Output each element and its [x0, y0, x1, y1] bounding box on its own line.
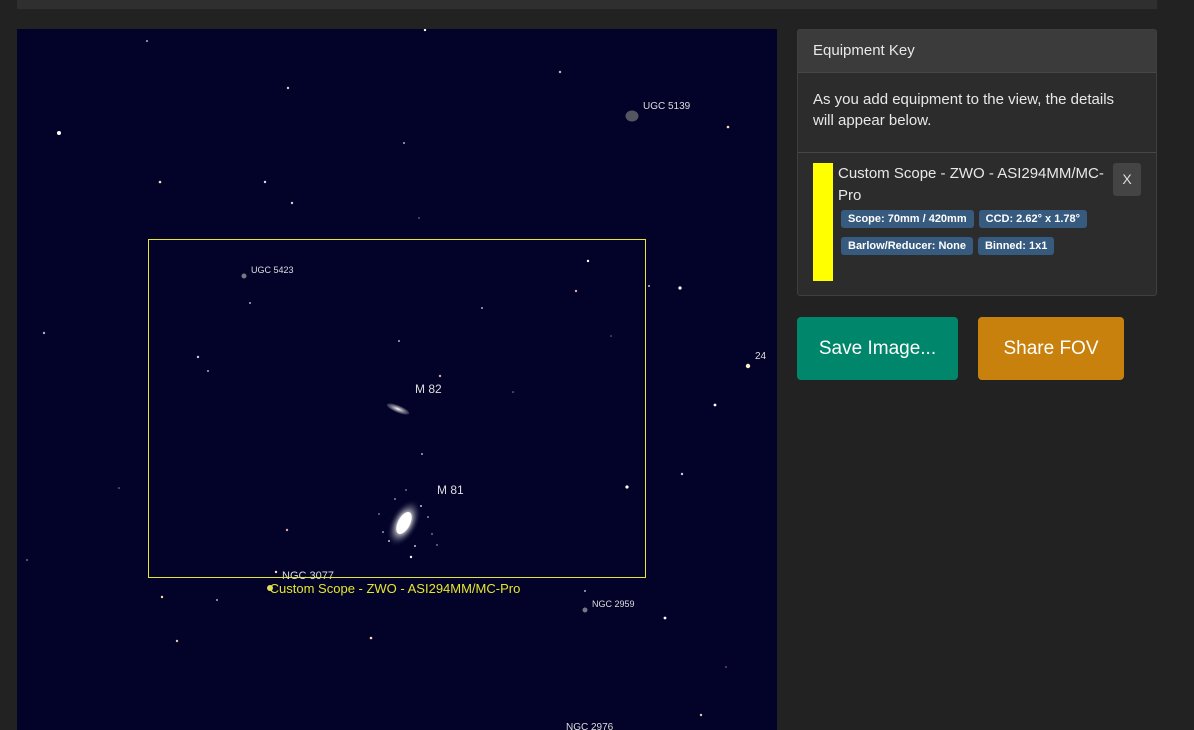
equipment-color-swatch [813, 163, 833, 281]
star-24-dot [745, 363, 751, 369]
star [680, 472, 684, 476]
m82-galaxy [386, 403, 410, 415]
star [713, 403, 717, 407]
star [625, 485, 629, 489]
binned-badge: Binned: 1x1 [977, 237, 1055, 255]
star [586, 259, 590, 263]
label-m81: M 81 [437, 483, 464, 497]
star [584, 590, 586, 592]
top-bar [17, 0, 1157, 9]
sky-chart[interactable]: UGC 5139 UGC 5423 M 82 M 81 NGC 3077 NGC… [17, 29, 777, 730]
barlow-reducer-badge: Barlow/Reducer: None [841, 237, 973, 255]
ugc-5423-galaxy [241, 273, 247, 279]
sky-chart-svg: UGC 5139 UGC 5423 M 82 M 81 NGC 3077 NGC… [26, 29, 767, 730]
star [403, 142, 405, 144]
star [57, 131, 61, 135]
star [421, 453, 423, 455]
share-fov-button[interactable]: Share FOV [978, 317, 1124, 380]
star [216, 599, 218, 601]
equipment-key-intro: As you add equipment to the view, the de… [798, 73, 1156, 153]
star [648, 285, 650, 287]
save-image-button[interactable]: Save Image... [797, 317, 958, 380]
star [118, 487, 120, 489]
label-ngc-2976: NGC 2976 [566, 722, 614, 730]
star [558, 70, 562, 74]
star [290, 201, 294, 205]
star [438, 374, 442, 378]
fov-caption: Custom Scope - ZWO - ASI294MM/MC-Pro [270, 581, 521, 596]
star [610, 335, 612, 337]
star [146, 40, 148, 42]
star [158, 180, 162, 184]
star [663, 616, 667, 620]
equipment-key-panel: Equipment Key As you add equipment to th… [797, 29, 1157, 296]
remove-equipment-button[interactable]: X [1113, 163, 1141, 196]
equipment-key-title: Equipment Key [798, 30, 1156, 73]
m81-galaxy [378, 489, 438, 547]
star [423, 29, 427, 32]
star [285, 528, 289, 532]
equipment-name: Custom Scope - ZWO - ASI294MM/MC-Pro [838, 165, 1104, 204]
star [274, 570, 278, 574]
star [481, 307, 483, 309]
label-star-24: 24 [755, 351, 767, 362]
star [398, 340, 400, 342]
label-m82: M 82 [415, 382, 442, 396]
label-ugc-5423: UGC 5423 [251, 265, 294, 275]
star [286, 86, 290, 90]
star [574, 289, 578, 293]
star [678, 286, 682, 290]
ccd-badge: CCD: 2.62° x 1.78° [978, 210, 1088, 228]
scope-badge: Scope: 70mm / 420mm [841, 210, 974, 228]
star [726, 125, 730, 129]
star [409, 555, 413, 559]
ugc-5139-galaxy [625, 110, 639, 122]
star-field [26, 29, 751, 717]
star [263, 180, 267, 184]
equipment-badges: Scope: 70mm / 420mm CCD: 2.62° x 1.78° Ba… [841, 209, 1111, 263]
star [207, 370, 209, 372]
star [725, 666, 727, 668]
star [249, 302, 251, 304]
star [160, 595, 164, 599]
star [418, 217, 420, 219]
star [175, 639, 179, 643]
ngc-2959-galaxy [582, 607, 588, 613]
label-ugc-5139: UGC 5139 [643, 101, 691, 112]
equipment-item: Custom Scope - ZWO - ASI294MM/MC-Pro X S… [798, 153, 1156, 290]
star [369, 636, 373, 640]
star [699, 713, 703, 717]
star [512, 391, 514, 393]
star [196, 355, 200, 359]
star [42, 331, 46, 335]
label-ngc-2959: NGC 2959 [592, 599, 635, 609]
star [26, 559, 28, 561]
